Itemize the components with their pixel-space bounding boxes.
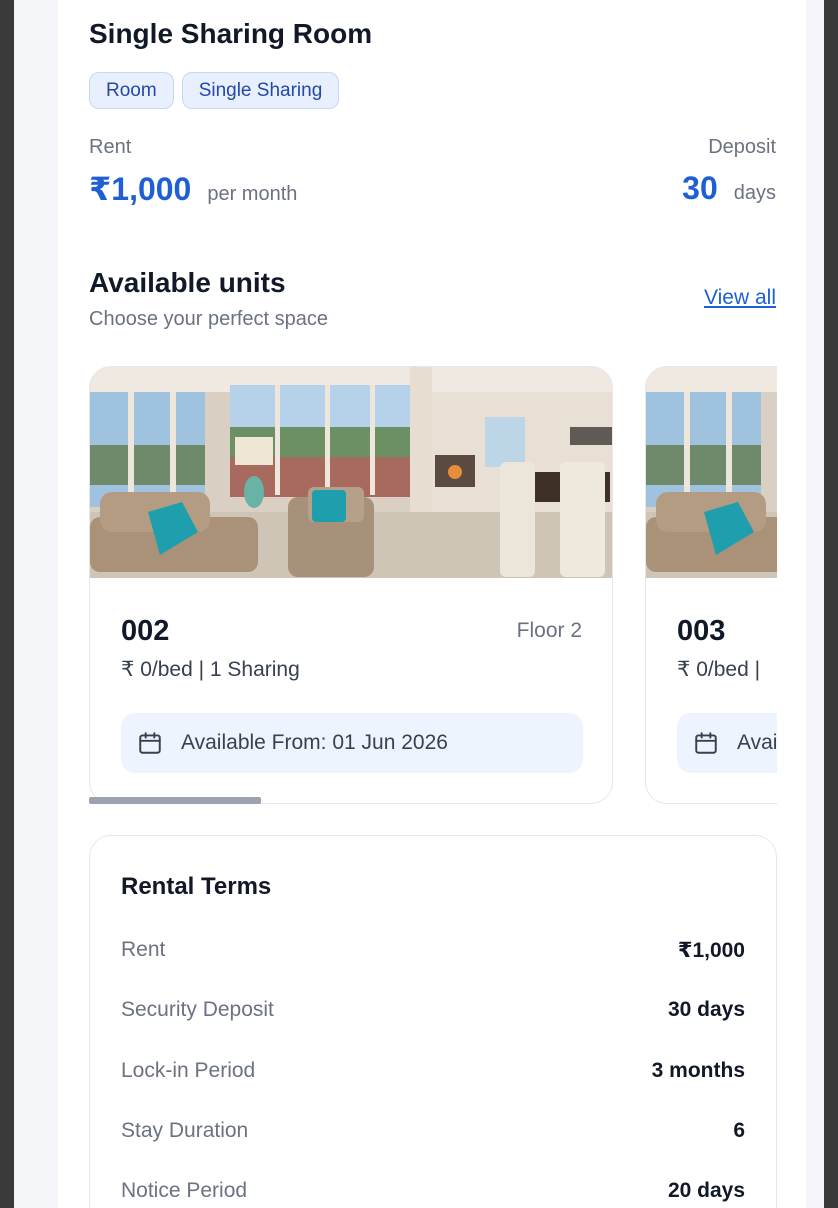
term-label: Notice Period: [121, 1179, 248, 1202]
term-value: 20 days: [667, 1179, 745, 1202]
term-label: Stay Duration: [121, 1119, 249, 1142]
term-label: Rent: [121, 938, 166, 961]
unit-number: 002: [121, 615, 170, 647]
unit-card[interactable]: 002 Floor 2 ₹ 0/bed | 1 Sharing Availabl…: [89, 366, 613, 804]
room-tags: Room Single Sharing: [89, 72, 340, 109]
term-row-security-deposit: Security Deposit 30 days: [121, 998, 745, 1022]
term-value: ₹1,000: [677, 939, 745, 962]
term-row-rent: Rent ₹1,000: [121, 938, 745, 963]
term-row-stay-duration: Stay Duration 6: [121, 1119, 745, 1143]
rent-label: Rent: [89, 136, 132, 158]
unit-number: 003: [677, 615, 726, 647]
units-carousel[interactable]: 002 Floor 2 ₹ 0/bed | 1 Sharing Availabl…: [89, 366, 777, 806]
term-value: 30 days: [667, 998, 745, 1021]
term-label: Security Deposit: [121, 998, 274, 1021]
rental-terms-card: Rental Terms Rent ₹1,000 Security Deposi…: [89, 835, 777, 1208]
unit-card[interactable]: 003 ₹ 0/bed | Avai: [645, 366, 777, 804]
room-title: Single Sharing Room: [89, 18, 373, 49]
term-label: Lock-in Period: [121, 1059, 256, 1082]
unit-floor: Floor 2: [516, 619, 582, 642]
calendar-icon: [139, 732, 161, 754]
carousel-scrollbar[interactable]: [89, 797, 261, 804]
rental-terms-title: Rental Terms: [121, 873, 272, 900]
tag-room[interactable]: Room: [89, 72, 174, 109]
deposit-value: 30 days: [682, 170, 776, 207]
deposit-label: Deposit: [708, 136, 776, 158]
unit-photo: [646, 367, 777, 578]
rent-unit: per month: [207, 183, 298, 205]
term-value: 6: [733, 1119, 745, 1142]
term-row-notice-period: Notice Period 20 days: [121, 1179, 745, 1203]
calendar-icon: [695, 732, 717, 754]
deposit-unit: days: [733, 182, 776, 204]
availability-text: Available From: 01 Jun 2026: [181, 731, 448, 754]
term-row-lock-in: Lock-in Period 3 months: [121, 1059, 745, 1083]
availability-badge: Available From: 01 Jun 2026: [121, 713, 583, 773]
page-frame: Single Sharing Room Room Single Sharing …: [14, 0, 824, 1208]
rent-amount: ₹1,000: [89, 171, 192, 207]
rent-value: ₹1,000 per month: [89, 170, 297, 208]
room-detail-card: Single Sharing Room Room Single Sharing …: [58, 0, 806, 1208]
unit-price: ₹ 0/bed |: [677, 658, 761, 681]
deposit-amount: 30: [682, 170, 718, 206]
term-value: 3 months: [651, 1059, 745, 1082]
unit-photo: [90, 367, 612, 578]
available-units-title: Available units: [89, 267, 286, 298]
tag-single-sharing[interactable]: Single Sharing: [181, 72, 340, 109]
availability-text: Avai: [737, 731, 777, 754]
availability-badge: Avai: [677, 713, 777, 773]
unit-price: ₹ 0/bed | 1 Sharing: [121, 658, 300, 681]
available-units-subtitle: Choose your perfect space: [89, 308, 329, 330]
view-all-link[interactable]: View all: [704, 286, 776, 310]
